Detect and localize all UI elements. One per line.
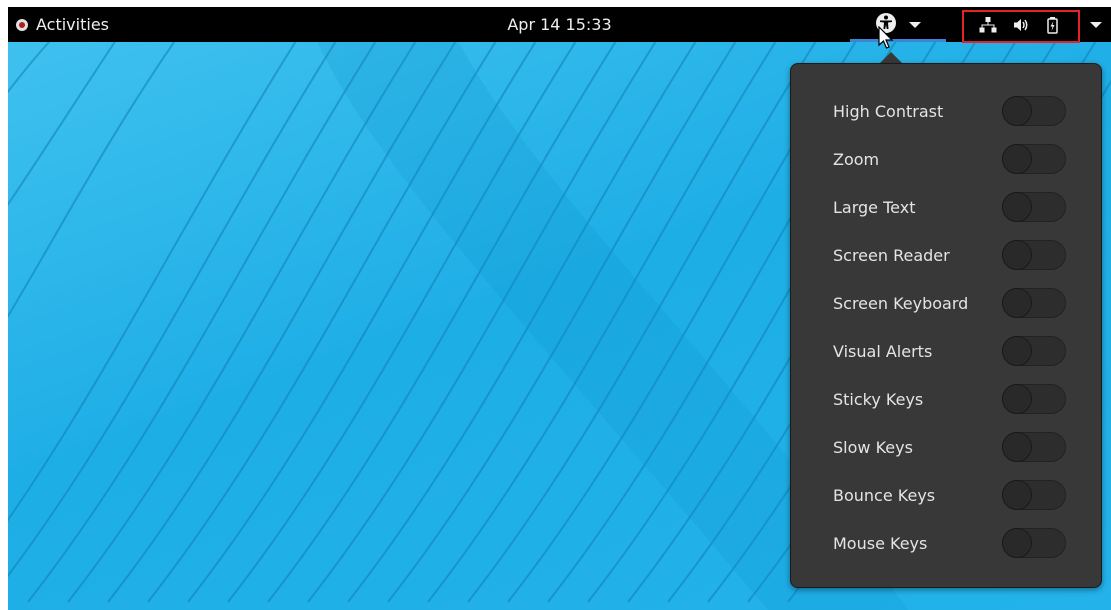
menu-item-screen-keyboard[interactable]: Screen Keyboard — [791, 283, 1101, 323]
slow-keys-toggle[interactable] — [1002, 432, 1066, 462]
clock-label: Apr 14 15:33 — [507, 15, 612, 34]
activities-button[interactable]: Activities — [16, 7, 109, 42]
battery-charging-icon — [1045, 16, 1063, 38]
system-status-area[interactable] — [962, 10, 1080, 43]
toggle-knob — [1002, 144, 1032, 174]
menu-item-label: Sticky Keys — [833, 389, 924, 409]
bounce-keys-toggle[interactable] — [1002, 480, 1066, 510]
menu-item-label: Visual Alerts — [833, 341, 933, 361]
active-indicator — [850, 39, 946, 42]
menu-item-visual-alerts[interactable]: Visual Alerts — [791, 331, 1101, 371]
visual-alerts-toggle[interactable] — [1002, 336, 1066, 366]
toggle-knob — [1002, 336, 1032, 366]
toggle-knob — [1002, 96, 1032, 126]
accessibility-menu: High Contrast Zoom Large Text Screen Rea… — [790, 63, 1102, 588]
toggle-knob — [1002, 432, 1032, 462]
accessibility-menu-button[interactable] — [850, 7, 946, 42]
toggle-knob — [1002, 240, 1032, 270]
menu-item-label: Large Text — [833, 197, 916, 217]
menu-item-bounce-keys[interactable]: Bounce Keys — [791, 475, 1101, 515]
system-menu-arrow[interactable] — [1086, 7, 1106, 42]
menu-item-mouse-keys[interactable]: Mouse Keys — [791, 523, 1101, 563]
screen-keyboard-toggle[interactable] — [1002, 288, 1066, 318]
toggle-knob — [1002, 480, 1032, 510]
menu-item-slow-keys[interactable]: Slow Keys — [791, 427, 1101, 467]
menu-item-screen-reader[interactable]: Screen Reader — [791, 235, 1101, 275]
activities-icon — [16, 18, 28, 31]
zoom-toggle[interactable] — [1002, 144, 1066, 174]
chevron-down-icon — [909, 21, 921, 28]
sticky-keys-toggle[interactable] — [1002, 384, 1066, 414]
menu-item-zoom[interactable]: Zoom — [791, 139, 1101, 179]
mouse-cursor-icon — [878, 25, 894, 54]
menu-item-label: High Contrast — [833, 101, 944, 121]
toggle-knob — [1002, 384, 1032, 414]
toggle-knob — [1002, 192, 1032, 222]
large-text-toggle[interactable] — [1002, 192, 1066, 222]
top-bar: Activities Apr 14 15:33 — [8, 7, 1111, 43]
menu-item-label: Mouse Keys — [833, 533, 928, 553]
menu-item-label: Zoom — [833, 149, 880, 169]
activities-label: Activities — [36, 15, 109, 34]
screen-reader-toggle[interactable] — [1002, 240, 1066, 270]
mouse-keys-toggle[interactable] — [1002, 528, 1066, 558]
chevron-down-icon — [1090, 21, 1102, 28]
toggle-knob — [1002, 528, 1032, 558]
volume-icon — [1012, 16, 1030, 38]
clock-button[interactable]: Apr 14 15:33 — [507, 7, 611, 42]
toggle-knob — [1002, 288, 1032, 318]
menu-item-high-contrast[interactable]: High Contrast — [791, 91, 1101, 131]
network-wired-icon — [979, 16, 997, 38]
menu-item-large-text[interactable]: Large Text — [791, 187, 1101, 227]
high-contrast-toggle[interactable] — [1002, 96, 1066, 126]
menu-item-label: Slow Keys — [833, 437, 913, 457]
menu-item-label: Screen Keyboard — [833, 293, 969, 313]
menu-item-sticky-keys[interactable]: Sticky Keys — [791, 379, 1101, 419]
menu-item-label: Bounce Keys — [833, 485, 936, 505]
menu-item-label: Screen Reader — [833, 245, 950, 265]
